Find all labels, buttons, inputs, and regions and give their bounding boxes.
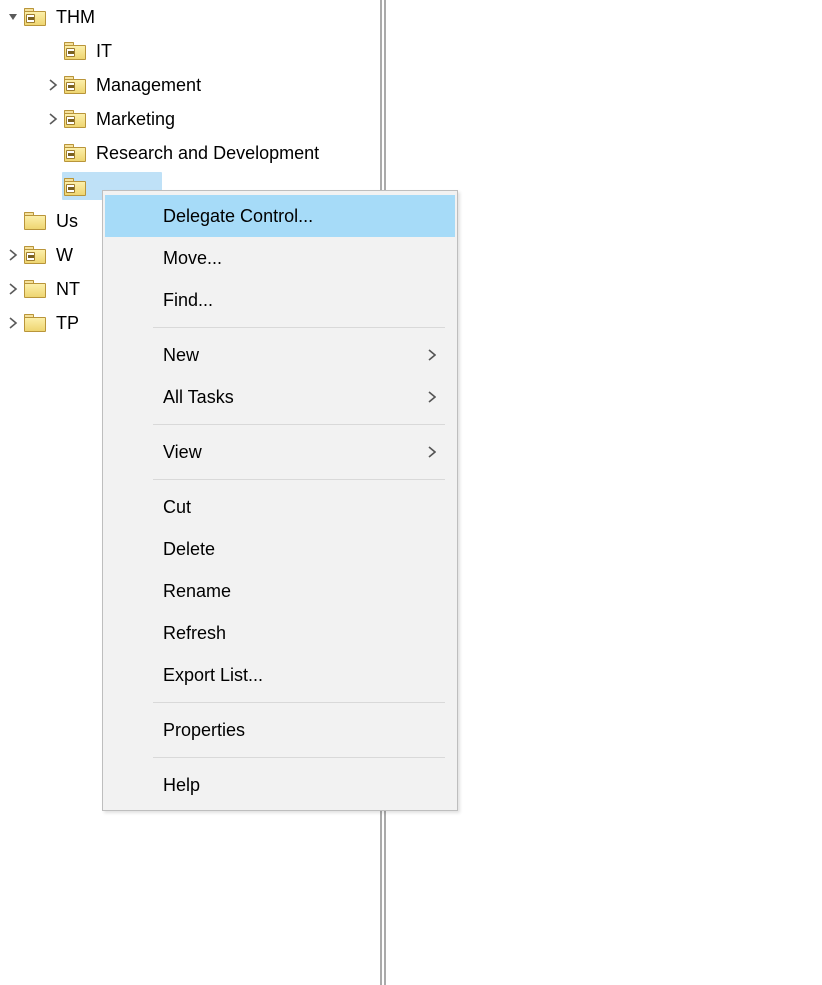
tree-node-label: Marketing <box>94 109 177 130</box>
menu-separator <box>153 424 445 425</box>
menu-separator <box>153 479 445 480</box>
menu-item-label: All Tasks <box>163 387 427 408</box>
menu-item-move[interactable]: Move... <box>105 237 455 279</box>
tree-node-management[interactable]: Management <box>0 68 380 102</box>
ou-folder-icon <box>24 246 46 264</box>
submenu-arrow-icon <box>427 391 437 403</box>
menu-item-label: Find... <box>163 290 437 311</box>
tree-node-label: THM <box>54 7 97 28</box>
chevron-right-icon[interactable] <box>6 282 20 296</box>
menu-item-delete[interactable]: Delete <box>105 528 455 570</box>
chevron-right-icon[interactable] <box>6 248 20 262</box>
menu-item-label: Cut <box>163 497 437 518</box>
submenu-arrow-icon <box>427 349 437 361</box>
menu-item-new[interactable]: New <box>105 334 455 376</box>
menu-separator <box>153 702 445 703</box>
tree-node-label: TP <box>54 313 81 334</box>
menu-item-view[interactable]: View <box>105 431 455 473</box>
menu-separator <box>153 327 445 328</box>
menu-item-label: Move... <box>163 248 437 269</box>
tree-node-thm[interactable]: THM <box>0 0 380 34</box>
ou-folder-icon <box>24 8 46 26</box>
menu-item-label: Delete <box>163 539 437 560</box>
menu-item-help[interactable]: Help <box>105 764 455 806</box>
menu-item-label: Delegate Control... <box>163 206 437 227</box>
tree-node-label: IT <box>94 41 114 62</box>
ou-folder-icon <box>64 110 86 128</box>
tree-node-label: Management <box>94 75 203 96</box>
menu-item-label: Refresh <box>163 623 437 644</box>
tree-node-label: Research and Development <box>94 143 321 164</box>
menu-item-find[interactable]: Find... <box>105 279 455 321</box>
menu-item-label: Rename <box>163 581 437 602</box>
ou-folder-icon <box>64 178 86 196</box>
menu-item-label: Help <box>163 775 437 796</box>
tree-node-it[interactable]: IT <box>0 34 380 68</box>
expand-placeholder <box>6 214 20 228</box>
menu-separator <box>153 757 445 758</box>
menu-item-delegate-control[interactable]: Delegate Control... <box>105 195 455 237</box>
menu-item-label: Properties <box>163 720 437 741</box>
chevron-right-icon[interactable] <box>6 316 20 330</box>
folder-icon <box>24 314 46 332</box>
chevron-down-icon[interactable] <box>6 10 20 24</box>
menu-item-rename[interactable]: Rename <box>105 570 455 612</box>
menu-item-properties[interactable]: Properties <box>105 709 455 751</box>
expand-placeholder <box>46 44 60 58</box>
ou-folder-icon <box>64 144 86 162</box>
tree-node-label: W <box>54 245 75 266</box>
context-menu: Delegate Control... Move... Find... New … <box>102 190 458 811</box>
menu-item-cut[interactable]: Cut <box>105 486 455 528</box>
ou-folder-icon <box>64 76 86 94</box>
folder-icon <box>24 280 46 298</box>
chevron-right-icon[interactable] <box>46 112 60 126</box>
menu-item-all-tasks[interactable]: All Tasks <box>105 376 455 418</box>
tree-node-label: NT <box>54 279 82 300</box>
menu-item-export-list[interactable]: Export List... <box>105 654 455 696</box>
expand-placeholder <box>46 180 60 194</box>
menu-item-label: New <box>163 345 427 366</box>
menu-item-label: View <box>163 442 427 463</box>
tree-node-label: Us <box>54 211 80 232</box>
submenu-arrow-icon <box>427 446 437 458</box>
chevron-right-icon[interactable] <box>46 78 60 92</box>
tree-node-marketing[interactable]: Marketing <box>0 102 380 136</box>
menu-item-refresh[interactable]: Refresh <box>105 612 455 654</box>
folder-icon <box>24 212 46 230</box>
expand-placeholder <box>46 146 60 160</box>
ou-folder-icon <box>64 42 86 60</box>
menu-item-label: Export List... <box>163 665 437 686</box>
tree-node-rnd[interactable]: Research and Development <box>0 136 380 170</box>
